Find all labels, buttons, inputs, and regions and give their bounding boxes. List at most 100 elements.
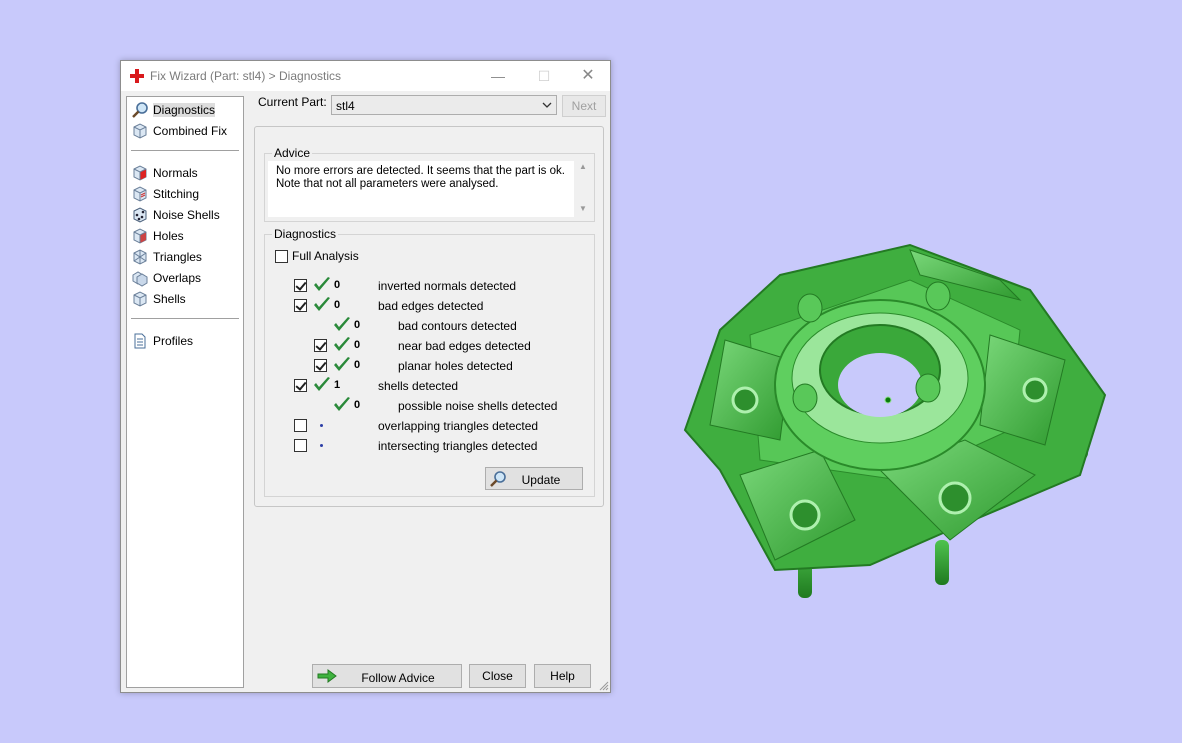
diagnostic-count: 0 (354, 319, 361, 331)
diagnostic-label: bad edges detected (378, 299, 484, 313)
sidebar-divider (131, 150, 239, 151)
update-label: Update (521, 473, 561, 487)
diagnostic-row: 0 near bad edges detected (265, 335, 594, 355)
sidebar-item-label: Profiles (153, 333, 194, 348)
red-cross-app-icon (130, 69, 144, 83)
holes-cube-icon (133, 227, 147, 244)
diagnostic-row: 0 inverted normals detected (265, 275, 594, 295)
diagnostic-count: 1 (334, 379, 341, 391)
follow-advice-label: Follow Advice (361, 671, 435, 685)
green-check-icon (334, 317, 350, 331)
diagnostic-checkbox[interactable] (294, 439, 307, 452)
green-check-icon (314, 277, 330, 291)
diagnostic-checkbox[interactable] (294, 299, 307, 312)
cube-icon (133, 122, 147, 139)
diagnostics-group-title: Diagnostics (272, 227, 339, 241)
advice-line: No more errors are detected. It seems th… (276, 165, 565, 177)
diagnostic-count: 0 (354, 399, 361, 411)
sidebar-item-combined-fix[interactable]: Combined Fix (131, 121, 241, 140)
green-check-icon (334, 397, 350, 411)
diagnostic-row: 1 shells detected (265, 375, 594, 395)
shells-icon (133, 290, 147, 307)
sidebar-item-holes[interactable]: Holes (131, 226, 241, 245)
sidebar-item-label: Triangles (153, 249, 202, 264)
diagnostic-label: bad contours detected (398, 319, 517, 333)
maximize-button[interactable]: ☐ (521, 61, 567, 91)
current-part-value: stl4 (336, 99, 355, 113)
sidebar-item-label: Diagnostics (153, 102, 216, 117)
diagnostic-label: possible noise shells detected (398, 399, 558, 413)
update-button[interactable]: Update (485, 467, 583, 490)
sidebar-item-label: Stitching (153, 186, 200, 201)
document-icon (134, 333, 146, 348)
status-dot-icon (320, 444, 323, 447)
diagnostic-checkbox[interactable] (314, 339, 327, 352)
sidebar-divider (131, 318, 239, 319)
resize-grip-icon[interactable] (599, 681, 609, 691)
sidebar-item-label: Normals (153, 165, 198, 180)
sidebar-item-noise-shells[interactable]: Noise Shells (131, 205, 241, 224)
advice-scrollbar[interactable]: ▲ ▼ (576, 163, 590, 213)
green-check-icon (314, 377, 330, 391)
sidebar-item-label: Noise Shells (153, 207, 220, 222)
sidebar-item-normals[interactable]: Normals (131, 163, 241, 182)
stitching-cube-icon (133, 185, 147, 202)
diagnostic-label: shells detected (378, 379, 459, 393)
sidebar-item-label: Overlaps (153, 270, 202, 285)
diagnostic-row: 0 bad edges detected (265, 295, 594, 315)
full-analysis-label: Full Analysis (292, 249, 359, 263)
title-bar[interactable]: Fix Wizard (Part: stl4) > Diagnostics — … (121, 61, 610, 91)
overlaps-icon (132, 270, 148, 287)
diagnostic-row: overlapping triangles detected (265, 415, 594, 435)
full-analysis-checkbox[interactable] (275, 249, 288, 263)
diagnostic-checkbox[interactable] (294, 419, 307, 432)
sidebar-item-triangles[interactable]: Triangles (131, 247, 241, 266)
advice-line: Note that not all parameters were analys… (276, 178, 499, 190)
triangles-icon (133, 248, 147, 265)
diagnostic-count: 0 (334, 279, 341, 291)
scroll-up-icon[interactable]: ▲ (578, 163, 588, 171)
fix-wizard-window: Fix Wizard (Part: stl4) > Diagnostics — … (120, 60, 611, 693)
green-check-icon (314, 297, 330, 311)
sidebar-item-label: Holes (153, 228, 184, 243)
diagnostic-count: 0 (354, 359, 361, 371)
green-check-icon (334, 357, 350, 371)
close-button[interactable]: Close (469, 664, 526, 688)
sidebar-item-stitching[interactable]: Stitching (131, 184, 241, 203)
status-dot-icon (320, 424, 323, 427)
diagnostic-row: 0 possible noise shells detected (265, 395, 594, 415)
diagnostic-checkbox[interactable] (294, 279, 307, 292)
close-window-button[interactable]: ✕ (565, 61, 611, 91)
sidebar-item-overlaps[interactable]: Overlaps (131, 268, 241, 287)
sidebar-item-profiles[interactable]: Profiles (131, 331, 241, 350)
window-title: Fix Wizard (Part: stl4) > Diagnostics (150, 69, 342, 83)
minimize-button[interactable]: — (475, 61, 521, 91)
advice-text: No more errors are detected. It seems th… (268, 161, 574, 217)
diagnostic-label: overlapping triangles detected (378, 419, 539, 433)
diagnostic-label: inverted normals detected (378, 279, 517, 293)
full-analysis-option[interactable]: Full Analysis (275, 249, 359, 263)
3d-part-model[interactable] (680, 240, 1110, 610)
diagnostic-count: 0 (354, 339, 361, 351)
magnifier-icon (132, 101, 148, 118)
green-check-icon (334, 337, 350, 351)
next-button[interactable]: Next (562, 95, 606, 117)
follow-advice-button[interactable]: Follow Advice (312, 664, 462, 688)
diagnostic-row: intersecting triangles detected (265, 435, 594, 455)
current-part-select[interactable]: stl4 (331, 95, 557, 115)
diagnostic-label: near bad edges detected (398, 339, 531, 353)
diagnostics-group: Diagnostics Full Analysis 0 inverted norm… (264, 227, 595, 497)
sidebar-item-diagnostics[interactable]: Diagnostics (131, 100, 241, 119)
diagnostic-checkbox[interactable] (314, 359, 327, 372)
diagnostic-label: intersecting triangles detected (378, 439, 538, 453)
chevron-down-icon (542, 102, 552, 108)
help-button[interactable]: Help (534, 664, 591, 688)
diagnostic-row: 0 planar holes detected (265, 355, 594, 375)
normals-cube-icon (133, 164, 147, 181)
diagnostic-count: 0 (334, 299, 341, 311)
diagnostic-checkbox[interactable] (294, 379, 307, 392)
scroll-down-icon[interactable]: ▼ (578, 205, 588, 213)
noise-shells-icon (133, 206, 147, 223)
sidebar-item-shells[interactable]: Shells (131, 289, 241, 308)
diagnostic-label: planar holes detected (398, 359, 513, 373)
